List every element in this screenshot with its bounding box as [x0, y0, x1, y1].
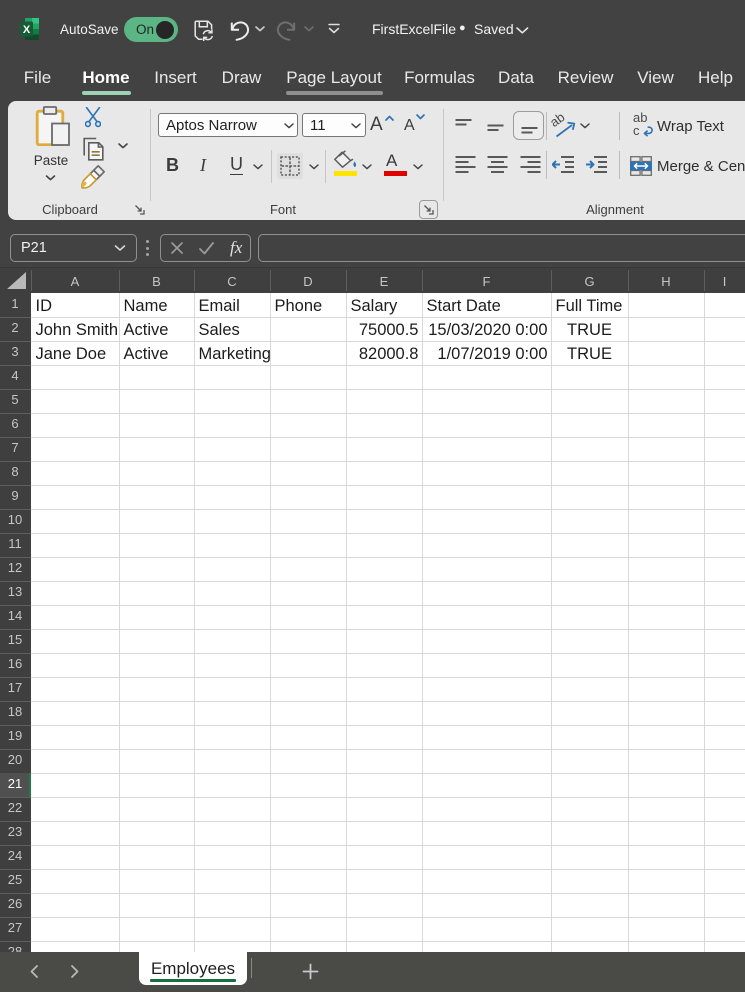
svg-text:X: X: [23, 24, 31, 36]
